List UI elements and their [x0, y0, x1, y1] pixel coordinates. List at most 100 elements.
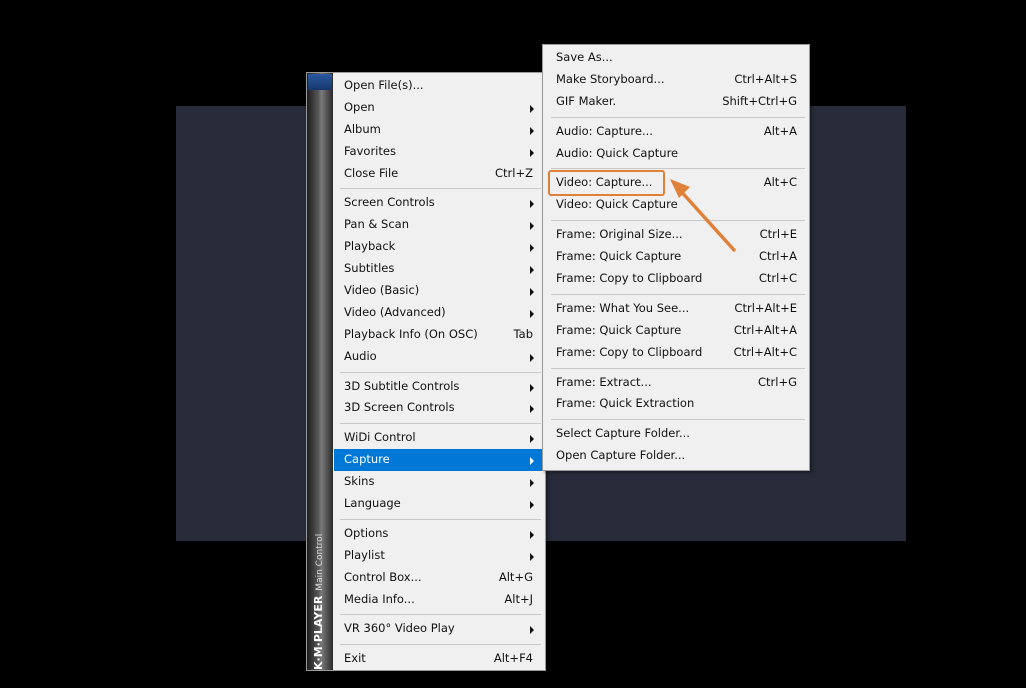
submenu-arrow-icon [530, 405, 534, 414]
menu-item-shortcut: Alt+C [763, 175, 797, 190]
submenu-arrow-icon [530, 435, 534, 444]
menu-item-widi-control[interactable]: WiDi Control [334, 427, 543, 449]
menu-item-language[interactable]: Language [334, 493, 543, 515]
menu-item-label: Playback Info (On OSC) [344, 326, 478, 341]
menu-item-label: Video (Basic) [344, 283, 420, 298]
submenu-arrow-icon [530, 200, 534, 209]
menu-item-label: Control Box... [344, 569, 422, 584]
menu-item-label: 3D Screen Controls [344, 400, 455, 415]
capture-item-open-capture-folder[interactable]: Open Capture Folder... [545, 445, 807, 467]
submenu-arrow-icon [530, 126, 534, 135]
menu-item-audio[interactable]: Audio [334, 346, 543, 368]
capture-item-frame-quick-capture[interactable]: Frame: Quick Capture Ctrl+Alt+A [545, 320, 807, 342]
menu-item-open[interactable]: Open [334, 97, 543, 119]
menu-item-label: GIF Maker. [556, 93, 617, 108]
menu-item-label: Frame: Extract... [556, 374, 652, 389]
menu-item-3d-screen-controls[interactable]: 3D Screen Controls [334, 397, 543, 419]
menu-item-shortcut: Ctrl+G [757, 374, 797, 389]
capture-item-save-as[interactable]: Save As... [545, 47, 807, 69]
menu-item-playlist[interactable]: Playlist [334, 545, 543, 567]
menu-item-playback[interactable]: Playback [334, 236, 543, 258]
menu-item-playback-info-on-osc[interactable]: Playback Info (On OSC) Tab [334, 324, 543, 346]
capture-item-select-capture-folder[interactable]: Select Capture Folder... [545, 423, 807, 445]
submenu-arrow-icon [530, 244, 534, 253]
menu-item-skins[interactable]: Skins [334, 471, 543, 493]
menu-separator [340, 614, 541, 616]
menu-item-control-box[interactable]: Control Box... Alt+G [334, 567, 543, 589]
submenu-arrow-icon [530, 479, 534, 488]
menu-item-label: Select Capture Folder... [556, 426, 690, 441]
menu-separator [340, 371, 541, 373]
menu-item-pan-scan[interactable]: Pan & Scan [334, 214, 543, 236]
menu-item-shortcut: Ctrl+A [759, 249, 797, 264]
menu-item-3d-subtitle-controls[interactable]: 3D Subtitle Controls [334, 376, 543, 398]
menu-item-favorites[interactable]: Favorites [334, 141, 543, 163]
menu-separator [340, 188, 541, 190]
capture-item-frame-quick-extraction[interactable]: Frame: Quick Extraction [545, 393, 807, 415]
brand-subtitle: Main Control [315, 533, 325, 591]
capture-item-frame-copy-to-clipboard[interactable]: Frame: Copy to Clipboard Ctrl+C [545, 268, 807, 290]
capture-item-audio-quick-capture[interactable]: Audio: Quick Capture [545, 143, 807, 165]
menu-item-label: Make Storyboard... [556, 71, 665, 86]
menu-item-screen-controls[interactable]: Screen Controls [334, 192, 543, 214]
capture-item-frame-extract[interactable]: Frame: Extract... Ctrl+G [545, 372, 807, 394]
submenu-arrow-icon [530, 288, 534, 297]
menu-item-label: Media Info... [344, 591, 415, 606]
menu-separator [551, 419, 805, 421]
menu-item-label: Frame: Copy to Clipboard [556, 344, 703, 359]
menu-item-shortcut: Ctrl+C [758, 271, 797, 286]
menu-item-shortcut: Ctrl+Alt+C [733, 344, 797, 359]
menu-item-label: WiDi Control [344, 430, 416, 445]
menu-item-exit[interactable]: Exit Alt+F4 [334, 648, 543, 670]
menu-item-capture[interactable]: Capture [334, 449, 543, 472]
menu-item-shortcut: Alt+A [763, 123, 797, 138]
menu-separator [551, 293, 805, 295]
menu-item-label: Skins [344, 474, 375, 489]
capture-item-frame-what-you-see[interactable]: Frame: What You See... Ctrl+Alt+E [545, 298, 807, 320]
menu-item-label: Frame: What You See... [556, 300, 690, 315]
menu-item-shortcut: Ctrl+Alt+S [734, 71, 797, 86]
menu-item-shortcut: Ctrl+Alt+A [733, 322, 797, 337]
submenu-arrow-icon [530, 626, 534, 635]
menu-item-shortcut: Shift+Ctrl+G [722, 93, 797, 108]
submenu-arrow-icon [530, 222, 534, 231]
menu-item-shortcut: Tab [513, 326, 533, 341]
menu-item-label: Album [344, 121, 381, 136]
submenu-arrow-icon [530, 552, 534, 561]
menu-separator [340, 423, 541, 425]
menu-item-shortcut: Alt+G [498, 569, 533, 584]
capture-item-gif-maker[interactable]: GIF Maker. Shift+Ctrl+G [545, 91, 807, 113]
submenu-arrow-icon [530, 353, 534, 362]
menu-item-label: Audio: Capture... [556, 123, 653, 138]
submenu-arrow-icon [530, 383, 534, 392]
menu-item-media-info[interactable]: Media Info... Alt+J [334, 589, 543, 611]
capture-item-make-storyboard[interactable]: Make Storyboard... Ctrl+Alt+S [545, 69, 807, 91]
menu-item-label: Capture [344, 452, 390, 467]
menu-item-label: Video (Advanced) [344, 304, 446, 319]
submenu-arrow-icon [530, 309, 534, 318]
main-context-menu: K·M·PLAYER Main Control Open File(s)... Op… [306, 72, 546, 671]
menu-item-video-advanced[interactable]: Video (Advanced) [334, 302, 543, 324]
menu-item-open-file-s[interactable]: Open File(s)... [334, 75, 543, 97]
submenu-arrow-icon [530, 104, 534, 113]
menu-item-label: VR 360° Video Play [344, 621, 455, 636]
menu-item-video-basic[interactable]: Video (Basic) [334, 280, 543, 302]
menu-item-subtitles[interactable]: Subtitles [334, 258, 543, 280]
menu-item-label: Audio [344, 348, 377, 363]
menu-item-label: Open File(s)... [344, 78, 424, 92]
menu-item-vr-360-video-play[interactable]: VR 360° Video Play [334, 618, 543, 640]
menu-separator [551, 367, 805, 369]
submenu-arrow-icon [530, 457, 534, 466]
menu-item-label: Save As... [556, 50, 613, 64]
menu-separator [551, 116, 805, 118]
menu-separator [340, 518, 541, 520]
capture-item-audio-capture[interactable]: Audio: Capture... Alt+A [545, 121, 807, 143]
annotation-arrow-icon [670, 179, 736, 252]
menu-item-options[interactable]: Options [334, 523, 543, 545]
menu-item-close-file[interactable]: Close File Ctrl+Z [334, 163, 543, 185]
menu-item-album[interactable]: Album [334, 119, 543, 141]
kmplayer-logo: K·M·PLAYER [312, 595, 325, 670]
menu-item-label: Subtitles [344, 261, 395, 276]
capture-item-frame-copy-to-clipboard[interactable]: Frame: Copy to Clipboard Ctrl+Alt+C [545, 342, 807, 364]
kmplayer-brand: K·M·PLAYER Main Control [311, 520, 329, 670]
